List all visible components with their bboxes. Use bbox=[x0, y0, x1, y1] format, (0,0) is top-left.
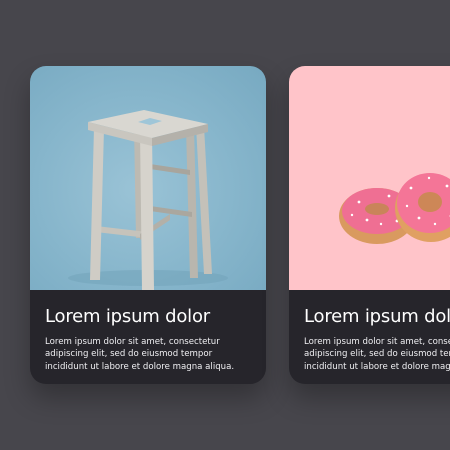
card-description-line: adipiscing elit, sed do eiusmod tempor bbox=[45, 349, 213, 360]
product-card[interactable]: Lorem ipsum dolor Lorem ipsum dolor sit … bbox=[289, 66, 450, 384]
stool-image bbox=[68, 110, 228, 290]
card-body: Lorem ipsum dolor Lorem ipsum dolor sit … bbox=[30, 290, 266, 384]
card-title: Lorem ipsum dolor bbox=[45, 306, 210, 327]
card-description-line: incididunt ut labore et dolore magna ali… bbox=[304, 361, 450, 372]
card-title: Lorem ipsum dolor bbox=[304, 306, 450, 327]
card-image-donuts bbox=[289, 66, 450, 290]
card-description-line: Lorem ipsum dolor sit amet, consectetur bbox=[45, 337, 220, 347]
card-body: Lorem ipsum dolor Lorem ipsum dolor sit … bbox=[289, 290, 450, 384]
card-image-stool bbox=[30, 66, 266, 290]
card-description-line: adipiscing elit, sed do eiusmod tempor bbox=[304, 349, 450, 360]
card-description: Lorem ipsum dolor sit amet, consectetur … bbox=[304, 336, 450, 373]
product-card[interactable]: Lorem ipsum dolor Lorem ipsum dolor sit … bbox=[30, 66, 266, 384]
donuts-image bbox=[339, 173, 450, 244]
card-description: Lorem ipsum dolor sit amet, consectetur … bbox=[45, 336, 252, 373]
card-carousel: Lorem ipsum dolor Lorem ipsum dolor sit … bbox=[0, 0, 450, 450]
card-description-line: Lorem ipsum dolor sit amet, consectetur bbox=[304, 337, 450, 347]
card-description-line: incididunt ut labore et dolore magna ali… bbox=[45, 361, 235, 372]
